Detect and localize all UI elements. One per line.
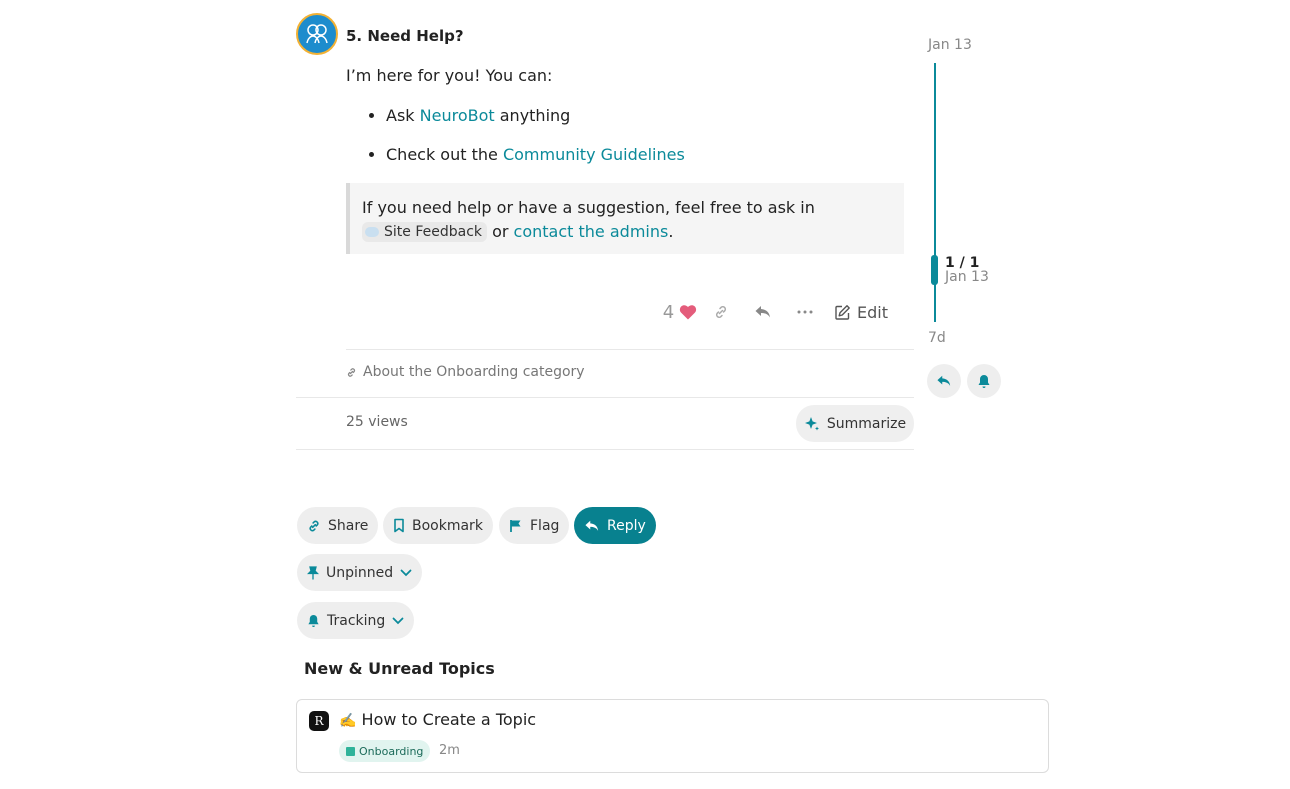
bell-icon (978, 374, 990, 388)
speech-bubble-icon (365, 227, 379, 237)
ellipsis-icon (797, 310, 813, 314)
post-title: 5. Need Help? (346, 27, 464, 45)
category-square-icon (346, 746, 355, 756)
timeline-notifications-button[interactable] (967, 364, 1001, 398)
pin-status-dropdown[interactable]: Unpinned (297, 554, 423, 591)
reply-icon (755, 306, 770, 318)
divider (296, 449, 914, 450)
category-badge[interactable]: Onboarding (339, 740, 431, 762)
summarize-button[interactable]: Summarize (796, 405, 914, 442)
blockquote: If you need help or have a suggestion, f… (346, 183, 904, 254)
list-item: Ask NeuroBot anything (386, 105, 685, 127)
bell-icon (308, 614, 319, 627)
link-icon (309, 520, 319, 531)
topic-age: 2m (439, 743, 460, 758)
bookmark-icon (394, 518, 404, 533)
share-button[interactable]: Share (297, 507, 379, 544)
help-list: Ask NeuroBot anything Check out the Comm… (386, 105, 685, 183)
copy-link-button[interactable] (700, 298, 742, 326)
community-logo-icon (306, 24, 328, 44)
community-guidelines-link[interactable]: Community Guidelines (503, 145, 685, 164)
heart-icon (680, 305, 697, 320)
site-feedback-category-chip[interactable]: Site Feedback (362, 222, 487, 242)
contact-admins-link[interactable]: contact the admins (514, 222, 669, 241)
bookmark-button[interactable]: Bookmark (383, 507, 493, 544)
timeline-current-date: Jan 13 (945, 269, 989, 285)
thumbtack-icon (307, 565, 319, 579)
timeline-reply-button[interactable] (927, 364, 961, 398)
chevron-down-icon (392, 617, 404, 624)
post-actions: 4 Edit (660, 298, 888, 326)
topic-author-avatar[interactable]: R (309, 711, 329, 731)
more-actions-button[interactable] (784, 298, 826, 326)
flag-button[interactable]: Flag (499, 507, 570, 544)
divider (346, 349, 914, 350)
topic-title-link[interactable]: ✍️ How to Create a Topic (339, 710, 536, 729)
sparkle-icon (804, 416, 819, 430)
post-link[interactable]: About the Onboarding category (346, 364, 585, 380)
writing-hand-emoji: ✍️ (339, 713, 357, 729)
timeline-end-date[interactable]: 7d (928, 330, 946, 346)
link-icon (715, 305, 727, 319)
post-intro: I’m here for you! You can: (346, 66, 553, 85)
views-count: 25 views (346, 414, 408, 430)
flag-icon (510, 519, 521, 532)
reply-icon (937, 375, 951, 386)
notification-level-dropdown[interactable]: Tracking (297, 602, 415, 639)
reply-button[interactable]: Reply (574, 507, 656, 544)
suggested-topics-title: New & Unread Topics (304, 659, 495, 678)
edit-button[interactable]: Edit (834, 298, 888, 326)
like-button[interactable]: 4 (660, 298, 700, 326)
author-avatar[interactable] (296, 13, 338, 55)
link-icon (347, 367, 356, 377)
reply-post-button[interactable] (742, 298, 784, 326)
reply-icon (585, 520, 599, 531)
timeline-handle[interactable] (931, 255, 938, 285)
chevron-down-icon (400, 569, 412, 576)
neurobot-link[interactable]: NeuroBot (420, 106, 495, 125)
post-date[interactable]: Jan 13 (928, 37, 972, 53)
edit-icon (835, 304, 850, 320)
list-item: Check out the Community Guidelines (386, 144, 685, 166)
divider (296, 397, 914, 398)
